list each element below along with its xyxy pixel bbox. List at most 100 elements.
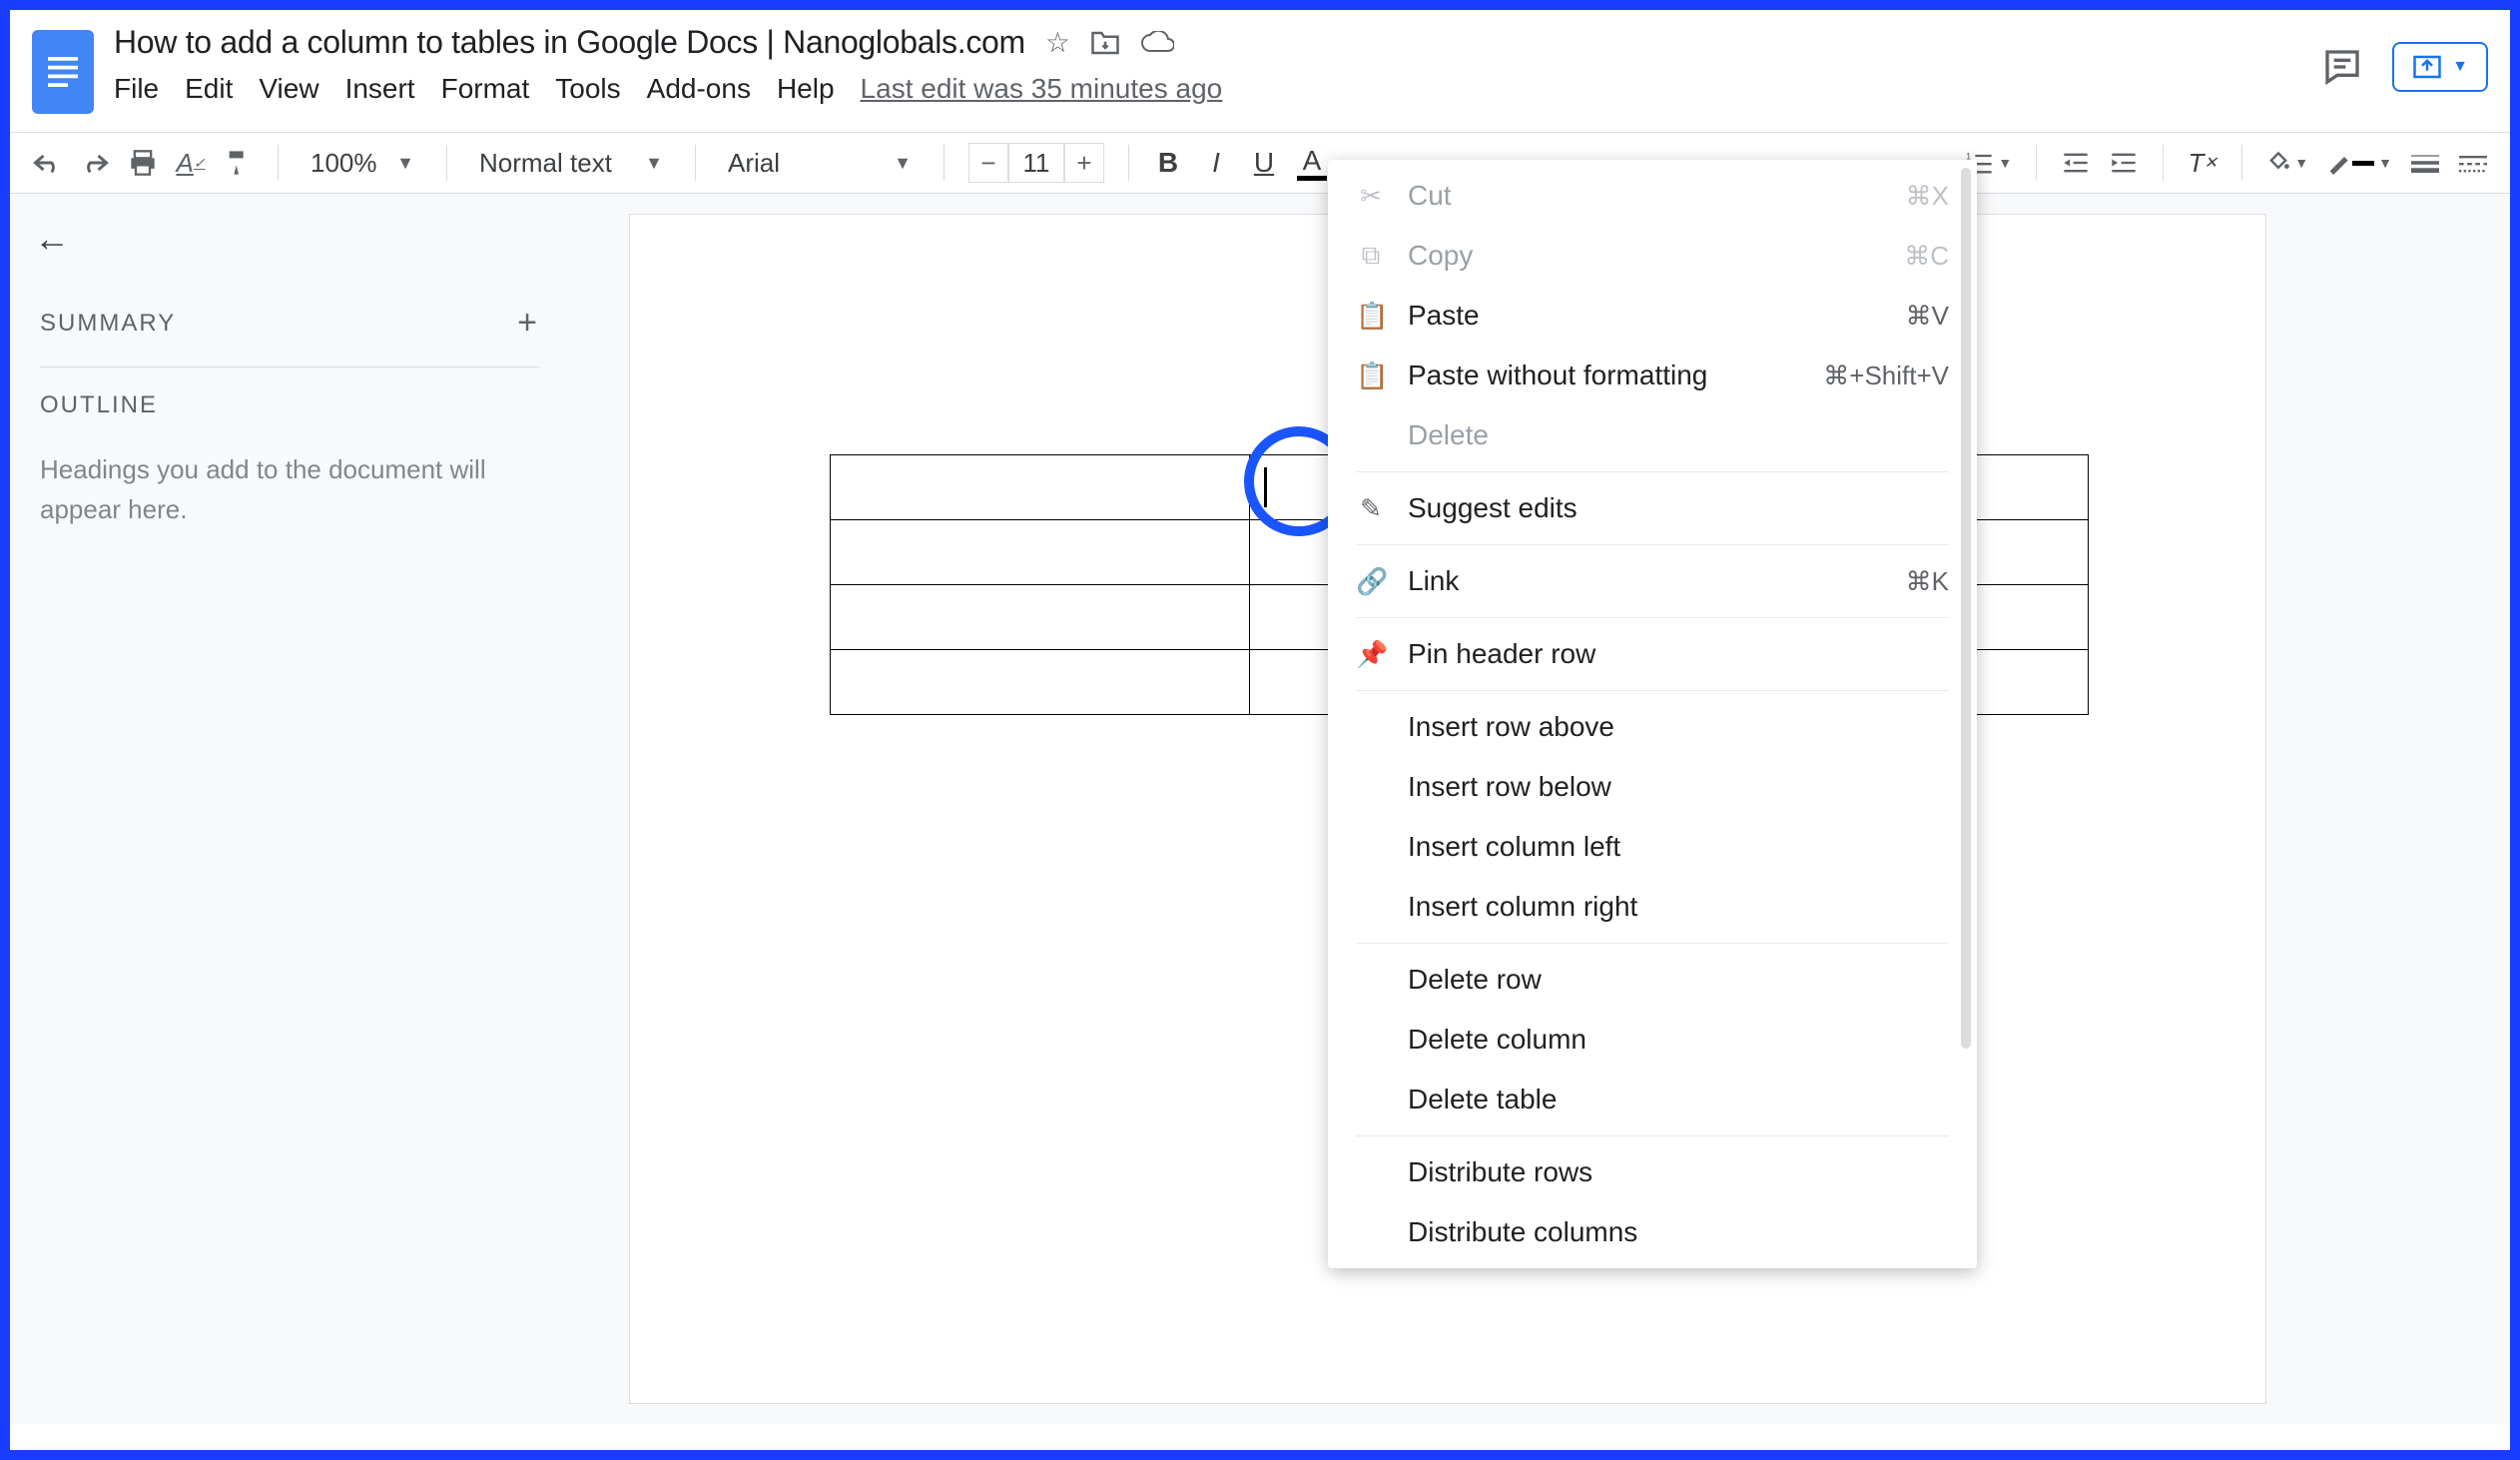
context-menu-item[interactable]: Insert row above [1328,697,1977,757]
share-button[interactable]: ▼ [2392,42,2488,92]
toolbar: A✓ 100%▼ Normal text▼ Arial▼ − 11 + B I … [10,132,2510,194]
context-menu-label: Link [1408,565,1459,597]
italic-button[interactable]: I [1201,145,1231,181]
context-menu-item[interactable]: Delete row [1328,950,1977,1010]
context-menu-item[interactable]: Delete table [1328,1070,1977,1129]
bold-button[interactable]: B [1153,145,1183,181]
print-button[interactable] [128,145,158,181]
underline-button[interactable]: U [1249,145,1279,181]
context-menu-label: Delete table [1408,1084,1557,1115]
undo-button[interactable] [32,145,62,181]
menu-help[interactable]: Help [777,73,835,105]
outline-sidebar: ← SUMMARY + OUTLINE Headings you add to … [10,194,569,1424]
context-menu-item[interactable]: 📋Paste⌘V [1328,286,1977,346]
font-select[interactable]: Arial▼ [720,148,920,179]
context-menu-label: Suggest edits [1408,492,1577,524]
redo-button[interactable] [80,145,110,181]
context-menu-label: Distribute columns [1408,1216,1637,1248]
context-menu-label: Insert row below [1408,771,1611,803]
context-menu-label: Delete column [1408,1024,1586,1056]
clear-formatting-button[interactable]: T✕ [2188,145,2217,181]
link-icon: 🔗 [1356,566,1386,597]
comments-icon[interactable] [2322,47,2362,87]
context-menu-item[interactable]: Distribute columns [1328,1202,1977,1262]
context-menu-shortcut: ⌘V [1906,301,1949,332]
font-size-value[interactable]: 11 [1008,143,1064,183]
border-width-button[interactable] [2410,145,2440,181]
increase-indent-button[interactable] [2109,145,2139,181]
table-cell[interactable] [831,585,1250,650]
context-menu-item[interactable]: 📋 Paste without formatting ⌘+Shift+V [1328,346,1977,405]
move-to-folder-icon[interactable] [1090,30,1120,56]
context-menu-item[interactable]: 🔗 Link ⌘K [1328,551,1977,611]
cloud-status-icon[interactable] [1140,31,1174,55]
outline-label: OUTLINE [40,391,539,419]
spellcheck-button[interactable]: A✓ [176,145,206,181]
last-edit-link[interactable]: Last edit was 35 minutes ago [861,73,1223,105]
border-dash-button[interactable] [2458,145,2488,181]
context-menu-label: Delete [1408,419,1489,451]
context-menu-shortcut: ⌘+Shift+V [1823,361,1949,391]
context-menu-label: Insert column right [1408,891,1637,923]
text-cursor [1264,467,1267,507]
context-menu-item[interactable]: Insert row below [1328,757,1977,817]
context-menu-scrollbar[interactable] [1961,168,1971,1049]
decrease-indent-button[interactable] [2061,145,2091,181]
paste-plain-icon: 📋 [1356,361,1386,391]
context-menu-label: Copy [1408,240,1473,272]
menu-insert[interactable]: Insert [345,73,415,105]
cut-icon: ✂ [1356,181,1386,212]
menu-tools[interactable]: Tools [555,73,620,105]
paragraph-style-value: Normal text [479,148,612,179]
context-menu-label: Cut [1408,180,1452,212]
context-menu-label: Paste without formatting [1408,360,1707,391]
menu-file[interactable]: File [114,73,159,105]
font-size-decrease[interactable]: − [968,143,1008,183]
context-menu-separator [1356,1135,1949,1136]
document-title[interactable]: How to add a column to tables in Google … [114,24,1025,61]
context-menu-item[interactable]: Distribute rows [1328,1142,1977,1202]
fill-color-button[interactable]: ▼ [2266,145,2308,181]
context-menu-separator [1356,690,1949,691]
table-cell[interactable] [831,455,1250,520]
context-menu-item[interactable]: Insert column right [1328,877,1977,937]
context-menu-label: Delete row [1408,964,1542,996]
context-menu-label: Insert column left [1408,831,1620,863]
menu-edit[interactable]: Edit [185,73,233,105]
table-cell[interactable] [831,520,1250,585]
border-color-button[interactable]: ▼ [2326,145,2392,181]
star-icon[interactable]: ☆ [1045,26,1070,59]
paint-format-button[interactable] [224,145,254,181]
context-menu-separator [1356,617,1949,618]
context-menu-item[interactable]: Insert column left [1328,817,1977,877]
share-dropdown-arrow: ▼ [2452,58,2468,76]
outline-empty-hint: Headings you add to the document will ap… [40,449,539,529]
menu-view[interactable]: View [259,73,318,105]
context-menu-item[interactable]: ✎Suggest edits [1328,478,1977,538]
font-size-increase[interactable]: + [1064,143,1104,183]
context-menu: ✂Cut⌘X⧉Copy⌘C📋Paste⌘V📋Paste without form… [1328,160,1977,1268]
context-menu-separator [1356,943,1949,944]
add-summary-button[interactable]: + [517,304,539,343]
text-color-button[interactable]: A [1297,145,1327,181]
context-menu-separator [1356,544,1949,545]
menu-format[interactable]: Format [441,73,530,105]
zoom-select[interactable]: 100%▼ [303,148,422,179]
context-menu-item: Delete [1328,405,1977,465]
context-menu-label: Paste [1408,300,1480,332]
menu-addons[interactable]: Add-ons [647,73,751,105]
context-menu-label: Distribute rows [1408,1156,1592,1188]
table-cell[interactable] [831,650,1250,715]
context-menu-shortcut: ⌘X [1906,181,1949,212]
paragraph-style-select[interactable]: Normal text▼ [471,148,671,179]
context-menu-item[interactable]: Delete column [1328,1010,1977,1070]
pin-icon: 📌 [1356,639,1386,670]
context-menu-item: ✂ Cut ⌘X [1328,166,1977,226]
docs-app-icon[interactable] [32,30,94,114]
context-menu-label: Pin header row [1408,638,1595,670]
collapse-outline-button[interactable]: ← [34,218,70,260]
context-menu-item[interactable]: 📌 Pin header row [1328,624,1977,684]
context-menu-item: ⧉Copy⌘C [1328,226,1977,286]
context-menu-shortcut: ⌘K [1906,566,1949,597]
copy-icon: ⧉ [1356,240,1386,272]
